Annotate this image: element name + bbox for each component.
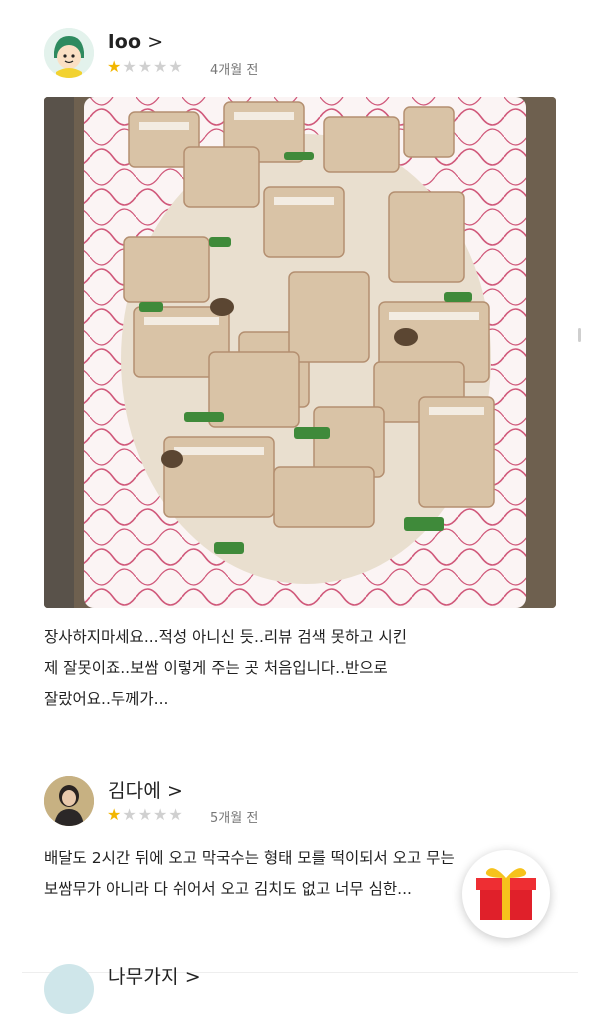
gift-icon	[476, 868, 536, 920]
star-empty-icon: ★	[153, 57, 169, 76]
review-date: 5개월 전	[210, 811, 259, 826]
reviewer-name[interactable]: 김다에 >	[108, 776, 183, 803]
scroll-indicator[interactable]	[578, 328, 581, 342]
avatar[interactable]	[44, 964, 94, 1014]
chevron-right-icon: >	[184, 966, 201, 988]
avatar[interactable]	[44, 28, 94, 78]
star-empty-icon: ★	[122, 57, 138, 76]
star-rating: ★★★★★	[107, 805, 184, 824]
review-text: 장사하지마세요...적성 아니신 듯..리뷰 검색 못하고 시킨 제 잘못이죠.…	[44, 628, 407, 708]
star-empty-icon: ★	[168, 57, 184, 76]
food-photo-image	[44, 97, 556, 608]
profile-photo-icon	[44, 776, 94, 826]
reviewer-name-label: 김다에	[108, 780, 162, 802]
gift-button[interactable]	[462, 850, 550, 938]
review-card: loo > ★★★★★ 4개월 전 장사하지마세요...적성 아니신 듯..리뷰…	[0, 0, 600, 720]
star-empty-icon: ★	[122, 805, 138, 824]
star-empty-icon: ★	[137, 805, 154, 824]
reviewer-name[interactable]: loo >	[108, 31, 163, 53]
chevron-right-icon: >	[147, 31, 164, 53]
star-empty-icon: ★	[153, 805, 169, 824]
review-date: 4개월 전	[210, 63, 259, 78]
review-photo[interactable]	[44, 97, 556, 608]
star-filled-icon: ★	[107, 805, 123, 824]
reviewer-name-label: loo	[108, 31, 142, 53]
star-empty-icon: ★	[168, 805, 184, 824]
reviewer-name[interactable]: 나무가지 >	[108, 962, 201, 989]
star-empty-icon: ★	[137, 57, 154, 76]
review-card: 나무가지 >	[0, 940, 600, 1023]
avatar[interactable]	[44, 776, 94, 826]
star-filled-icon: ★	[107, 57, 123, 76]
star-rating: ★★★★★	[107, 57, 184, 76]
character-avatar-icon	[44, 28, 94, 78]
chevron-right-icon: >	[167, 780, 184, 802]
reviewer-name-label: 나무가지	[108, 966, 179, 988]
